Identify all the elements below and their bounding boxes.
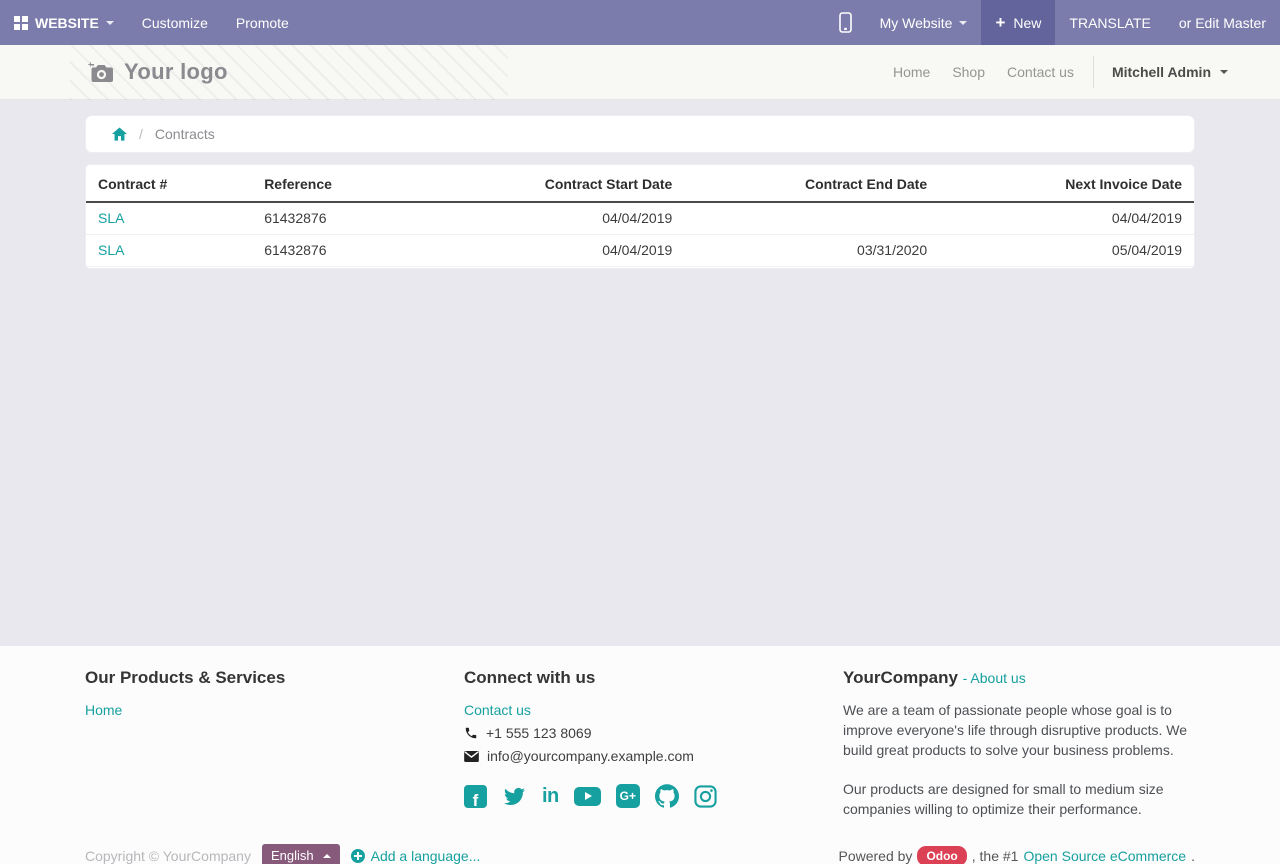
footer-connect-column: Connect with us Contact us +1 555 123 80… <box>464 668 843 819</box>
nav-home[interactable]: Home <box>882 64 941 80</box>
phone-icon <box>464 726 478 740</box>
add-language-label: Add a language... <box>371 848 481 864</box>
instagram-icon[interactable] <box>694 785 717 808</box>
plus-icon: + <box>995 13 1005 33</box>
table-header-row: Contract # Reference Contract Start Date… <box>86 165 1194 202</box>
email-address: info@yourcompany.example.com <box>487 748 694 764</box>
language-selector[interactable]: English <box>262 844 340 864</box>
col-next-invoice: Next Invoice Date <box>939 165 1194 202</box>
mobile-icon <box>839 12 852 33</box>
nav-shop[interactable]: Shop <box>941 64 996 80</box>
breadcrumb-separator: / <box>139 126 143 142</box>
site-header: + Your logo Home Shop Contact us Mitchel… <box>0 45 1280 100</box>
translate-button[interactable]: TRANSLATE <box>1055 0 1164 45</box>
footer-contact-link[interactable]: Contact us <box>464 702 531 718</box>
admin-navbar: WEBSITE Customize Promote My Website + N… <box>0 0 1280 45</box>
table-row: SLA 61432876 04/04/2019 04/04/2019 <box>86 202 1194 235</box>
reference-cell: 61432876 <box>252 202 463 235</box>
chevron-down-icon <box>106 21 114 25</box>
twitter-icon[interactable] <box>502 786 527 807</box>
promote-menu-label: Promote <box>236 15 289 31</box>
promote-menu[interactable]: Promote <box>222 0 303 45</box>
social-icons: f in G+ <box>464 784 843 808</box>
customize-menu-label: Customize <box>142 15 208 31</box>
breadcrumb: / Contracts <box>85 115 1195 153</box>
tagline-period: . <box>1191 848 1195 864</box>
edit-master-button[interactable]: or Edit Master <box>1165 0 1280 45</box>
footer-home-link[interactable]: Home <box>85 702 122 718</box>
powered-by-text: Powered by <box>839 848 913 864</box>
mobile-preview-button[interactable] <box>825 0 866 45</box>
logo-text: Your logo <box>124 59 228 85</box>
website-menu-label: WEBSITE <box>35 15 99 31</box>
next-invoice-cell: 04/04/2019 <box>939 202 1194 235</box>
customize-menu[interactable]: Customize <box>128 0 222 45</box>
connect-title: Connect with us <box>464 668 843 688</box>
start-date-cell: 04/04/2019 <box>463 202 685 235</box>
chevron-down-icon <box>959 21 967 25</box>
col-contract: Contract # <box>86 165 252 202</box>
company-name: YourCompany <box>843 668 958 687</box>
phone-number: +1 555 123 8069 <box>486 725 592 741</box>
user-menu[interactable]: Mitchell Admin <box>1102 64 1238 80</box>
website-menu[interactable]: WEBSITE <box>0 0 128 45</box>
about-paragraph-2: Our products are designed for small to m… <box>843 779 1195 819</box>
footer-about-column: YourCompany - About us We are a team of … <box>843 668 1195 819</box>
reference-cell: 61432876 <box>252 235 463 267</box>
col-reference: Reference <box>252 165 463 202</box>
site-nav: Home Shop Contact us Mitchell Admin <box>882 56 1238 88</box>
table-row: SLA 61432876 04/04/2019 03/31/2020 05/04… <box>86 235 1194 267</box>
linkedin-icon[interactable]: in <box>542 785 559 808</box>
chevron-down-icon <box>1220 70 1228 74</box>
footer: Our Products & Services Home Connect wit… <box>0 646 1280 864</box>
translate-label: TRANSLATE <box>1069 15 1150 31</box>
open-source-ecommerce-link[interactable]: Open Source eCommerce <box>1023 848 1186 864</box>
end-date-cell <box>684 202 939 235</box>
main-content: / Contracts Contract # Reference Contrac… <box>0 115 1280 646</box>
contracts-table: Contract # Reference Contract Start Date… <box>86 165 1194 267</box>
user-menu-label: Mitchell Admin <box>1112 64 1211 80</box>
nav-contact-us[interactable]: Contact us <box>996 64 1085 80</box>
language-label: English <box>271 848 314 863</box>
my-website-menu[interactable]: My Website <box>866 0 982 45</box>
about-paragraph-1: We are a team of passionate people whose… <box>843 700 1195 760</box>
add-language-link[interactable]: Add a language... <box>351 848 481 864</box>
nav-divider <box>1093 56 1094 88</box>
svg-text:+: + <box>88 61 93 69</box>
chevron-up-icon <box>323 854 331 858</box>
googleplus-icon[interactable]: G+ <box>616 784 640 808</box>
col-end-date: Contract End Date <box>684 165 939 202</box>
plus-circle-icon <box>351 849 365 863</box>
contracts-table-card: Contract # Reference Contract Start Date… <box>85 164 1195 269</box>
new-button[interactable]: + New <box>981 0 1055 45</box>
end-date-cell: 03/31/2020 <box>684 235 939 267</box>
youtube-icon[interactable] <box>574 787 601 806</box>
odoo-badge[interactable]: Odoo <box>917 846 966 864</box>
footer-bottom-bar: Copyright © YourCompany English Add a la… <box>85 844 1195 864</box>
footer-products-column: Our Products & Services Home <box>85 668 464 819</box>
camera-icon: + <box>88 61 114 84</box>
my-website-label: My Website <box>880 15 953 31</box>
github-icon[interactable] <box>655 784 679 808</box>
home-icon[interactable] <box>112 127 127 141</box>
new-button-label: New <box>1013 15 1041 31</box>
contract-link[interactable]: SLA <box>98 210 124 226</box>
envelope-icon <box>464 751 479 762</box>
site-logo[interactable]: + Your logo <box>70 45 508 100</box>
breadcrumb-current: Contracts <box>155 126 215 142</box>
edit-master-label: or Edit Master <box>1179 15 1266 31</box>
products-title: Our Products & Services <box>85 668 464 688</box>
col-start-date: Contract Start Date <box>463 165 685 202</box>
facebook-icon[interactable]: f <box>464 785 487 808</box>
about-us-link[interactable]: - About us <box>963 670 1026 686</box>
start-date-cell: 04/04/2019 <box>463 235 685 267</box>
contract-link[interactable]: SLA <box>98 242 124 258</box>
grid-icon <box>14 16 28 30</box>
tagline-text: , the #1 <box>972 848 1019 864</box>
next-invoice-cell: 05/04/2019 <box>939 235 1194 267</box>
copyright-text: Copyright © YourCompany <box>85 848 251 864</box>
